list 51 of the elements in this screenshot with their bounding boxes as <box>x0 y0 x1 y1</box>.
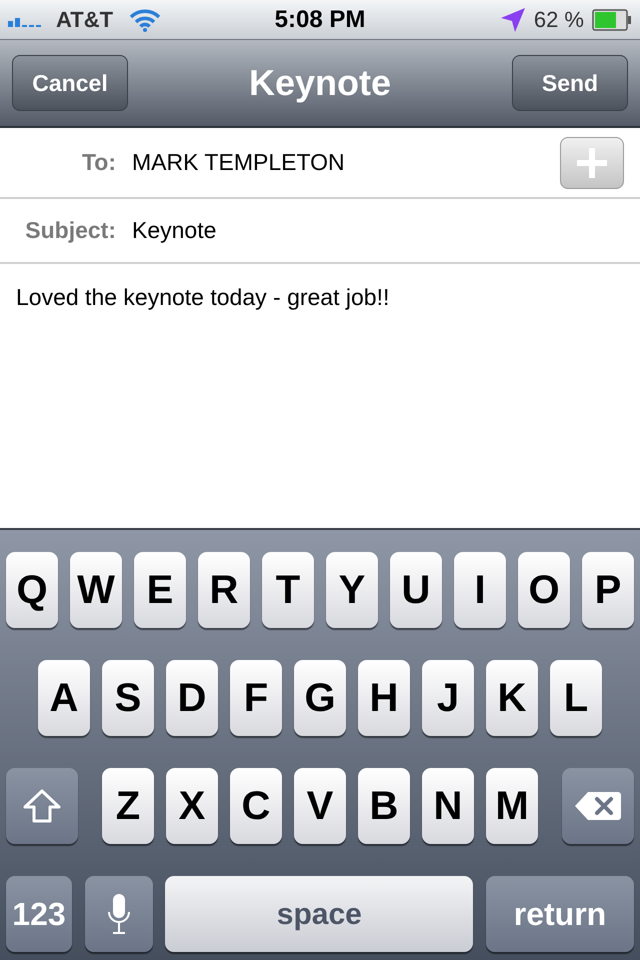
space-key[interactable]: space <box>165 876 474 952</box>
letter-key[interactable]: U <box>390 552 442 628</box>
add-contact-button[interactable] <box>560 136 624 188</box>
letter-key[interactable]: M <box>486 768 538 844</box>
letter-key[interactable]: I <box>454 552 506 628</box>
return-key[interactable]: return <box>486 876 634 952</box>
plus-icon <box>575 146 609 180</box>
letter-key[interactable]: D <box>166 660 218 736</box>
cancel-button[interactable]: Cancel <box>12 55 128 111</box>
letter-key[interactable]: E <box>134 552 186 628</box>
letter-key[interactable]: N <box>422 768 474 844</box>
letter-key[interactable]: T <box>262 552 314 628</box>
delete-key[interactable] <box>562 768 634 844</box>
status-time: 5:08 PM <box>274 4 366 34</box>
letter-key[interactable]: Q <box>6 552 58 628</box>
subject-label: Subject: <box>24 216 116 246</box>
letter-key[interactable]: L <box>550 660 602 736</box>
letter-key[interactable]: W <box>70 552 122 628</box>
recipient-field[interactable]: MARK TEMPLETON <box>132 145 560 180</box>
letter-key[interactable]: Y <box>326 552 378 628</box>
letter-key[interactable]: J <box>422 660 474 736</box>
dictation-key[interactable] <box>84 876 153 952</box>
delete-icon <box>574 790 622 822</box>
letter-key[interactable]: C <box>230 768 282 844</box>
letter-key[interactable]: G <box>294 660 346 736</box>
numbers-key[interactable]: 123 <box>6 876 72 952</box>
letter-key[interactable]: X <box>166 768 218 844</box>
shift-key[interactable] <box>6 768 78 844</box>
letter-key[interactable]: S <box>102 660 154 736</box>
nav-title: Keynote <box>248 61 392 105</box>
battery-percent: 62 % <box>534 6 584 34</box>
to-label: To: <box>80 148 116 178</box>
carrier-name: AT&T <box>56 6 114 34</box>
battery-icon <box>592 8 632 30</box>
message-body[interactable]: Loved the keynote today - great job!! <box>16 280 624 314</box>
letter-key[interactable]: V <box>294 768 346 844</box>
letter-key[interactable]: O <box>518 552 570 628</box>
letter-key[interactable]: Z <box>102 768 154 844</box>
letter-key[interactable]: P <box>582 552 634 628</box>
letter-key[interactable]: K <box>486 660 538 736</box>
letter-key[interactable]: H <box>358 660 410 736</box>
letter-key[interactable]: F <box>230 660 282 736</box>
subject-field[interactable]: Keynote <box>132 213 640 248</box>
letter-key[interactable]: R <box>198 552 250 628</box>
wifi-icon <box>129 8 162 32</box>
microphone-icon <box>106 893 131 935</box>
send-button[interactable]: Send <box>512 55 628 111</box>
letter-key[interactable]: A <box>38 660 90 736</box>
letter-key[interactable]: B <box>358 768 410 844</box>
shift-icon <box>22 788 62 824</box>
location-arrow-icon <box>500 6 526 32</box>
